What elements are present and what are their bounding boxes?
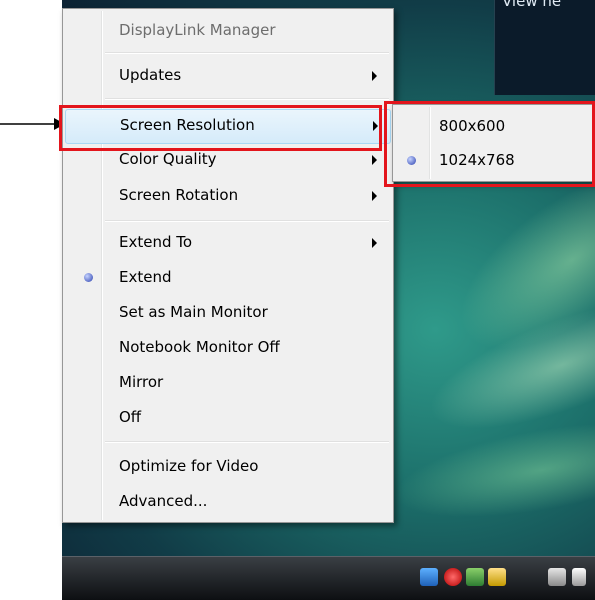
selected-radio-icon (84, 273, 93, 282)
menu-item-label: Notebook Monitor Off (119, 338, 280, 356)
submenu-arrow-icon (372, 155, 377, 165)
menu-item-optimize-for-video[interactable]: Optimize for Video (65, 451, 391, 484)
menu-item-extend-to[interactable]: Extend To (65, 227, 391, 260)
menu-separator (105, 52, 389, 54)
menu-item-set-as-main-monitor[interactable]: Set as Main Monitor (65, 297, 391, 330)
submenu-arrow-icon (372, 238, 377, 248)
speaker-icon[interactable] (572, 568, 586, 586)
menu-item-label: Color Quality (119, 150, 217, 168)
menu-item-label: Extend (119, 268, 172, 286)
menu-item-label: Off (119, 408, 142, 426)
menu-item-screen-rotation[interactable]: Screen Rotation (65, 180, 391, 213)
menu-header-displaylink-manager: DisplayLink Manager (65, 15, 391, 48)
menu-separator (105, 441, 389, 443)
taskbar (62, 556, 595, 600)
background-window-title: View ne (502, 0, 562, 10)
monitor-tray-icon[interactable] (420, 568, 438, 586)
menu-separator (105, 98, 389, 100)
menu-item-label: Mirror (119, 373, 164, 391)
menu-item-label: Optimize for Video (119, 457, 259, 475)
displaylink-context-menu: DisplayLink Manager Updates Screen Resol… (62, 8, 394, 523)
menu-item-label: Screen Rotation (119, 186, 239, 204)
menu-item-mirror[interactable]: Mirror (65, 367, 391, 400)
security-shield-icon[interactable] (444, 568, 462, 586)
menu-item-notebook-monitor-off[interactable]: Notebook Monitor Off (65, 332, 391, 365)
highlight-box-resolution-options (384, 101, 595, 187)
submenu-arrow-icon (372, 191, 377, 201)
network-icon[interactable] (466, 568, 484, 586)
menu-item-label: Set as Main Monitor (119, 303, 268, 321)
network-status-icon[interactable] (548, 568, 566, 586)
pointer-arrow-icon (0, 118, 65, 130)
submenu-arrow-icon (372, 71, 377, 81)
menu-item-label: Extend To (119, 233, 193, 251)
highlight-box-screen-resolution (59, 105, 382, 151)
menu-item-advanced[interactable]: Advanced... (65, 486, 391, 519)
safely-remove-hardware-icon[interactable] (488, 568, 506, 586)
menu-item-updates[interactable]: Updates (65, 60, 391, 93)
menu-item-off[interactable]: Off (65, 402, 391, 435)
menu-item-label: Updates (119, 66, 182, 84)
menu-header-label: DisplayLink Manager (119, 21, 276, 39)
menu-item-extend[interactable]: Extend (65, 262, 391, 295)
menu-item-label: Advanced... (119, 492, 208, 510)
menu-separator (105, 220, 389, 222)
background-window[interactable] (494, 0, 595, 95)
